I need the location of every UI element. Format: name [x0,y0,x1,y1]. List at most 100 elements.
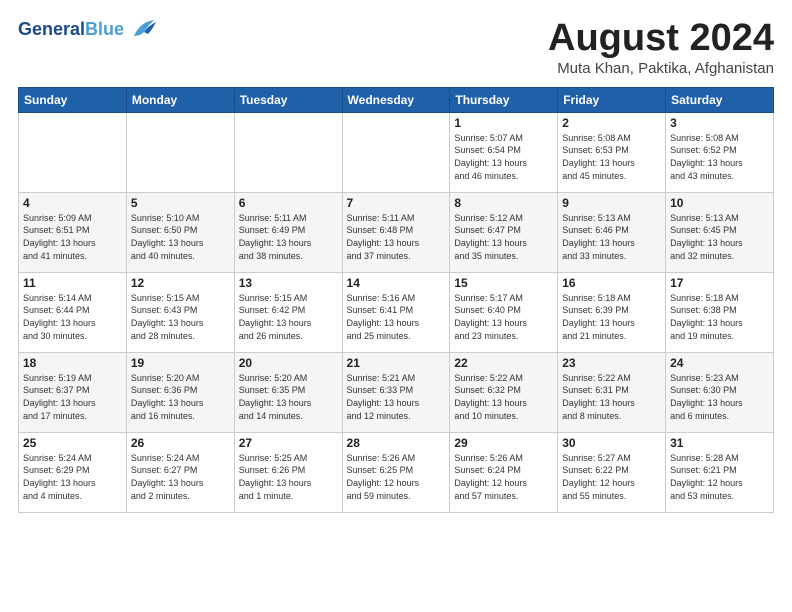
day-info: Sunrise: 5:20 AM Sunset: 6:36 PM Dayligh… [131,372,230,422]
day-number: 1 [454,116,553,130]
day-info: Sunrise: 5:18 AM Sunset: 6:39 PM Dayligh… [562,292,661,342]
table-row [342,112,450,192]
day-info: Sunrise: 5:09 AM Sunset: 6:51 PM Dayligh… [23,212,122,262]
table-row: 9Sunrise: 5:13 AM Sunset: 6:46 PM Daylig… [558,192,666,272]
day-info: Sunrise: 5:18 AM Sunset: 6:38 PM Dayligh… [670,292,769,342]
day-info: Sunrise: 5:23 AM Sunset: 6:30 PM Dayligh… [670,372,769,422]
title-block: August 2024 Muta Khan, Paktika, Afghanis… [548,18,774,77]
table-row [19,112,127,192]
day-number: 15 [454,276,553,290]
day-number: 24 [670,356,769,370]
day-info: Sunrise: 5:13 AM Sunset: 6:45 PM Dayligh… [670,212,769,262]
day-info: Sunrise: 5:08 AM Sunset: 6:52 PM Dayligh… [670,132,769,182]
table-row [234,112,342,192]
day-number: 29 [454,436,553,450]
day-info: Sunrise: 5:20 AM Sunset: 6:35 PM Dayligh… [239,372,338,422]
month-title: August 2024 [548,18,774,60]
day-info: Sunrise: 5:28 AM Sunset: 6:21 PM Dayligh… [670,452,769,502]
logo-bird-icon [126,18,158,40]
day-number: 21 [347,356,446,370]
table-row: 1 Sunrise: 5:07 AM Sunset: 6:54 PM Daylig… [450,112,558,192]
table-row: 11Sunrise: 5:14 AM Sunset: 6:44 PM Dayli… [19,272,127,352]
day-number: 26 [131,436,230,450]
calendar-week-row: 11Sunrise: 5:14 AM Sunset: 6:44 PM Dayli… [19,272,774,352]
calendar-table: Sunday Monday Tuesday Wednesday Thursday… [18,87,774,513]
calendar-week-row: 18 Sunrise: 5:19 AM Sunset: 6:37 PM Dayli… [19,352,774,432]
day-info: Sunrise: 5:22 AM Sunset: 6:32 PM Dayligh… [454,372,553,422]
day-number: 31 [670,436,769,450]
table-row: 22 Sunrise: 5:22 AM Sunset: 6:32 PM Dayli… [450,352,558,432]
table-row: 28 Sunrise: 5:26 AM Sunset: 6:25 PM Dayli… [342,432,450,512]
table-row: 15 Sunrise: 5:17 AM Sunset: 6:40 PM Dayli… [450,272,558,352]
day-number: 5 [131,196,230,210]
calendar-week-row: 25Sunrise: 5:24 AM Sunset: 6:29 PM Dayli… [19,432,774,512]
day-number: 17 [670,276,769,290]
day-number: 11 [23,276,122,290]
table-row: 13Sunrise: 5:15 AM Sunset: 6:42 PM Dayli… [234,272,342,352]
calendar-week-row: 1 Sunrise: 5:07 AM Sunset: 6:54 PM Daylig… [19,112,774,192]
table-row: 17 Sunrise: 5:18 AM Sunset: 6:38 PM Dayli… [666,272,774,352]
col-sunday: Sunday [19,87,127,112]
table-row: 30 Sunrise: 5:27 AM Sunset: 6:22 PM Dayli… [558,432,666,512]
day-number: 14 [347,276,446,290]
table-row: 18 Sunrise: 5:19 AM Sunset: 6:37 PM Dayli… [19,352,127,432]
table-row: 24 Sunrise: 5:23 AM Sunset: 6:30 PM Dayli… [666,352,774,432]
logo: GeneralBlue [18,18,158,40]
day-number: 28 [347,436,446,450]
day-info: Sunrise: 5:12 AM Sunset: 6:47 PM Dayligh… [454,212,553,262]
day-number: 8 [454,196,553,210]
day-number: 20 [239,356,338,370]
table-row: 6 Sunrise: 5:11 AM Sunset: 6:49 PM Daylig… [234,192,342,272]
col-wednesday: Wednesday [342,87,450,112]
table-row: 3 Sunrise: 5:08 AM Sunset: 6:52 PM Daylig… [666,112,774,192]
day-number: 10 [670,196,769,210]
day-number: 23 [562,356,661,370]
day-number: 19 [131,356,230,370]
day-number: 6 [239,196,338,210]
table-row: 8 Sunrise: 5:12 AM Sunset: 6:47 PM Daylig… [450,192,558,272]
day-number: 2 [562,116,661,130]
table-row: 31 Sunrise: 5:28 AM Sunset: 6:21 PM Dayli… [666,432,774,512]
table-row: 2Sunrise: 5:08 AM Sunset: 6:53 PM Daylig… [558,112,666,192]
table-row: 5 Sunrise: 5:10 AM Sunset: 6:50 PM Daylig… [126,192,234,272]
table-row: 4 Sunrise: 5:09 AM Sunset: 6:51 PM Daylig… [19,192,127,272]
day-number: 30 [562,436,661,450]
location: Muta Khan, Paktika, Afghanistan [548,60,774,77]
day-info: Sunrise: 5:25 AM Sunset: 6:26 PM Dayligh… [239,452,338,502]
day-info: Sunrise: 5:26 AM Sunset: 6:25 PM Dayligh… [347,452,446,502]
page-header: GeneralBlue August 2024 Muta Khan, Pakti… [18,18,774,77]
day-info: Sunrise: 5:11 AM Sunset: 6:49 PM Dayligh… [239,212,338,262]
day-info: Sunrise: 5:27 AM Sunset: 6:22 PM Dayligh… [562,452,661,502]
table-row: 10 Sunrise: 5:13 AM Sunset: 6:45 PM Dayli… [666,192,774,272]
day-number: 12 [131,276,230,290]
day-number: 9 [562,196,661,210]
table-row: 7Sunrise: 5:11 AM Sunset: 6:48 PM Daylig… [342,192,450,272]
day-number: 3 [670,116,769,130]
table-row: 20 Sunrise: 5:20 AM Sunset: 6:35 PM Dayli… [234,352,342,432]
day-number: 22 [454,356,553,370]
day-number: 18 [23,356,122,370]
day-info: Sunrise: 5:17 AM Sunset: 6:40 PM Dayligh… [454,292,553,342]
day-number: 27 [239,436,338,450]
day-number: 4 [23,196,122,210]
day-info: Sunrise: 5:11 AM Sunset: 6:48 PM Dayligh… [347,212,446,262]
logo-blue: Blue [85,19,124,39]
col-monday: Monday [126,87,234,112]
calendar-header-row: Sunday Monday Tuesday Wednesday Thursday… [19,87,774,112]
calendar-week-row: 4 Sunrise: 5:09 AM Sunset: 6:51 PM Daylig… [19,192,774,272]
table-row: 21Sunrise: 5:21 AM Sunset: 6:33 PM Dayli… [342,352,450,432]
table-row: 29 Sunrise: 5:26 AM Sunset: 6:24 PM Dayli… [450,432,558,512]
day-info: Sunrise: 5:10 AM Sunset: 6:50 PM Dayligh… [131,212,230,262]
day-info: Sunrise: 5:26 AM Sunset: 6:24 PM Dayligh… [454,452,553,502]
day-info: Sunrise: 5:15 AM Sunset: 6:43 PM Dayligh… [131,292,230,342]
table-row: 12 Sunrise: 5:15 AM Sunset: 6:43 PM Dayli… [126,272,234,352]
col-tuesday: Tuesday [234,87,342,112]
day-info: Sunrise: 5:19 AM Sunset: 6:37 PM Dayligh… [23,372,122,422]
day-info: Sunrise: 5:22 AM Sunset: 6:31 PM Dayligh… [562,372,661,422]
day-info: Sunrise: 5:24 AM Sunset: 6:27 PM Dayligh… [131,452,230,502]
table-row: 26 Sunrise: 5:24 AM Sunset: 6:27 PM Dayli… [126,432,234,512]
col-friday: Friday [558,87,666,112]
logo-general: General [18,19,85,39]
day-info: Sunrise: 5:07 AM Sunset: 6:54 PM Dayligh… [454,132,553,182]
day-info: Sunrise: 5:16 AM Sunset: 6:41 PM Dayligh… [347,292,446,342]
